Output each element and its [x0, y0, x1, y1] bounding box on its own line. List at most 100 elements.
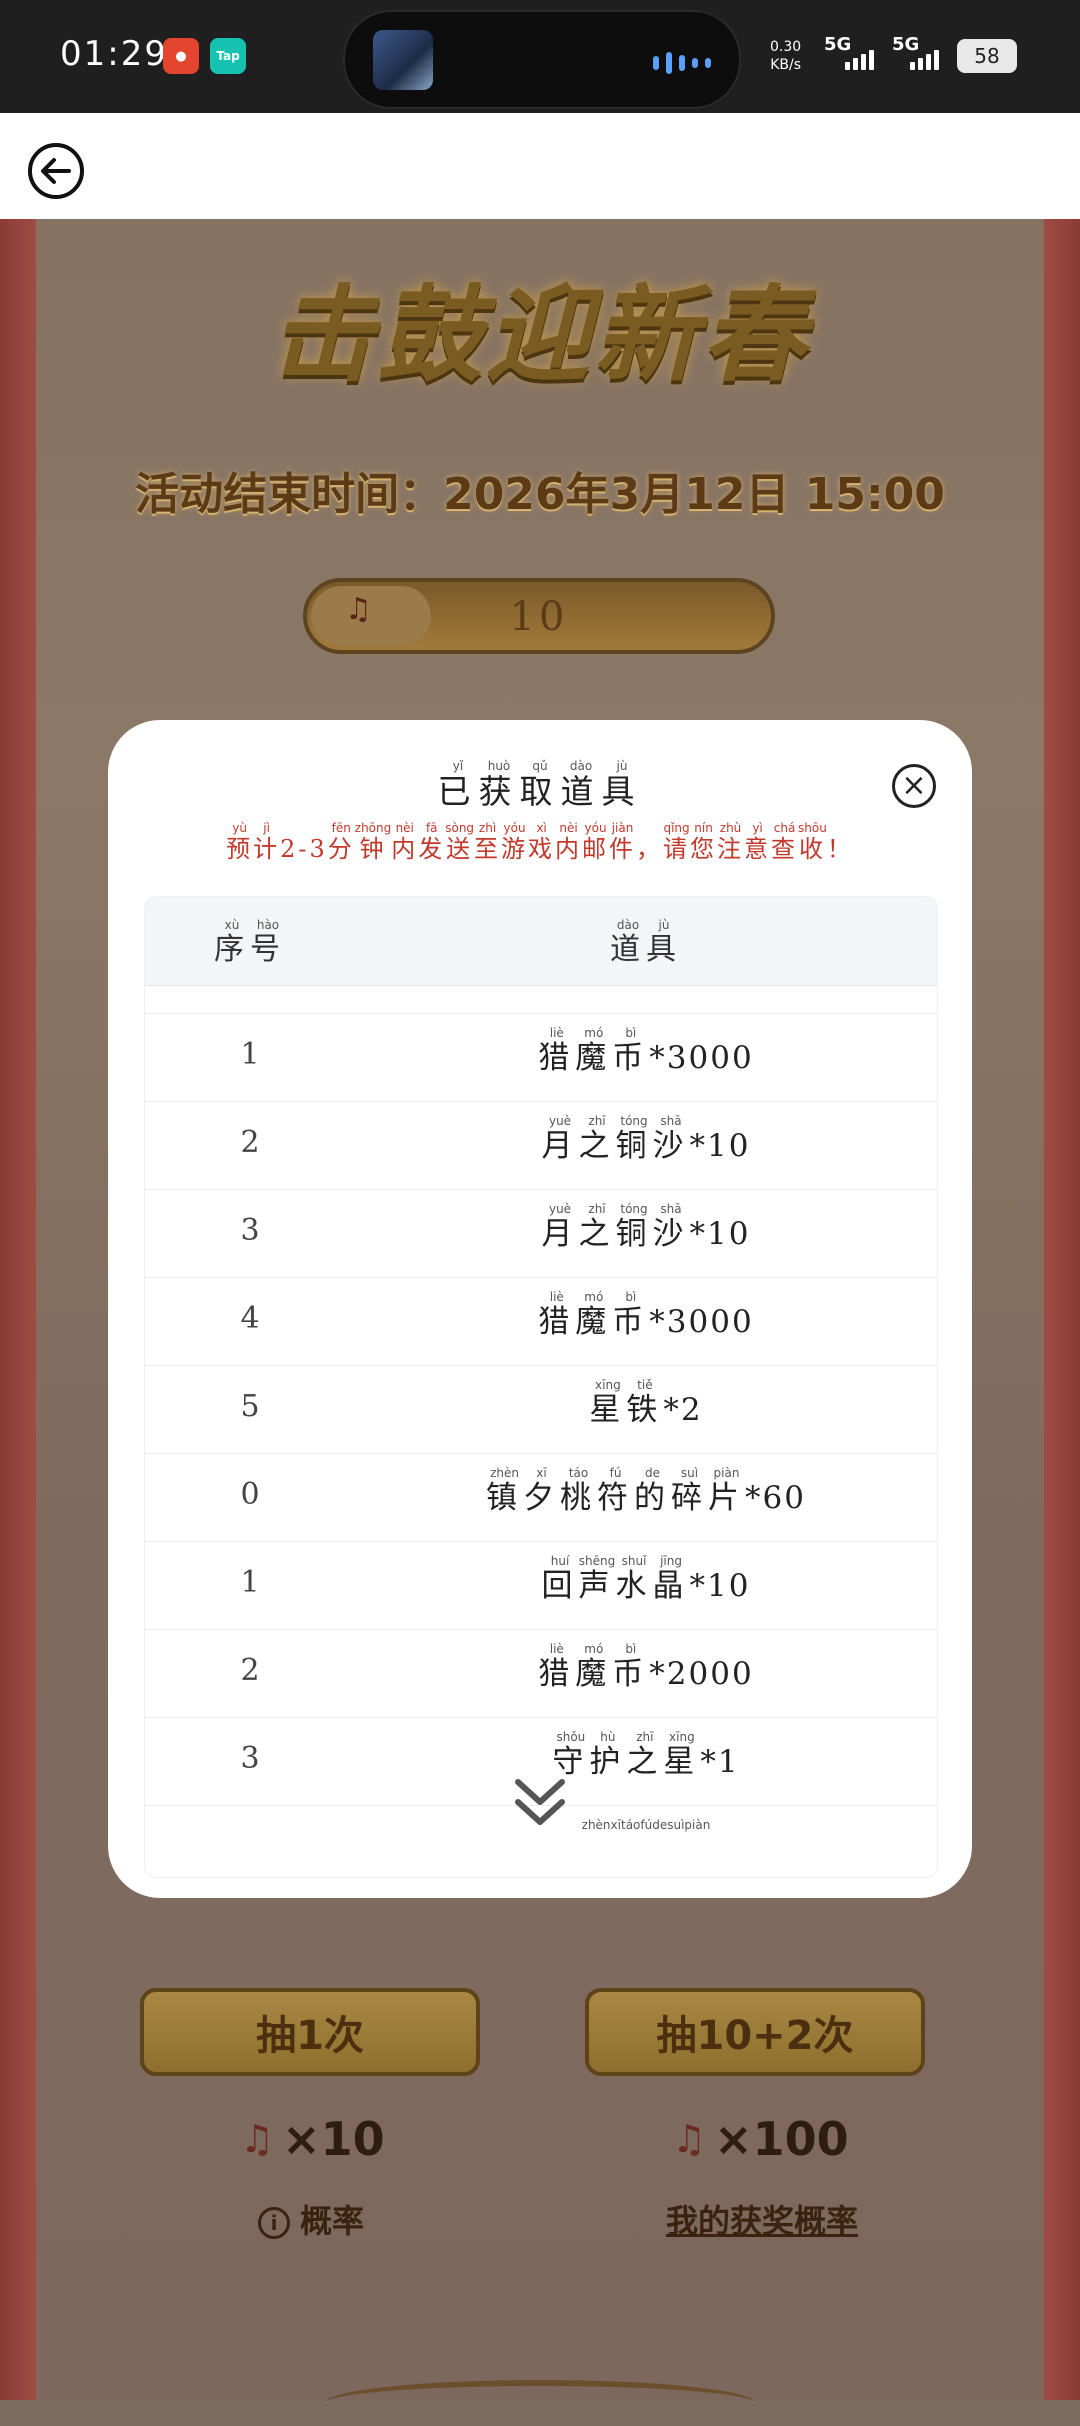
items-table[interactable]: 序xù号hào 道dào具jù 0镇 夕 桃 符 的 碎 片 *601猎liè魔… [144, 896, 938, 1878]
ruby-char: de [652, 1818, 667, 1855]
hanzi: 取 [519, 772, 561, 811]
cost-ten: ♫ ×100 [672, 2112, 849, 2166]
status-bar: 01:29 ● Tap 0.30 KB/s 5G 5G 58 [0, 0, 1080, 113]
back-button[interactable] [28, 143, 84, 199]
row-item: zhèn xī táo fú de suì piàn [355, 1818, 937, 1855]
ruby-char: 星xīng [663, 1730, 701, 1780]
ruby-char: zhèn [582, 1818, 611, 1855]
pinyin: qǐng [663, 821, 691, 835]
ruby-char: 币bì [612, 1290, 649, 1340]
hanzi: 回 [541, 1568, 579, 1604]
hanzi: 桃 [560, 1480, 598, 1516]
ruby-char: 您nín [690, 821, 717, 863]
my-probability-label: 我的获奖概率 [666, 2202, 859, 2240]
scroll-down-icon[interactable] [508, 1770, 572, 1834]
draw-ten-label: 抽10+2次 [656, 2013, 854, 2059]
pinyin: zhī [578, 1202, 616, 1216]
row-item: 猎liè魔mó币bì*2000 [355, 1642, 937, 1693]
audio-wave-icon [653, 52, 711, 74]
draw-once-label: 抽1次 [256, 2013, 364, 2059]
pinyin: mó [575, 1642, 613, 1656]
hanzi: 序 [214, 932, 250, 967]
hanzi: 护 [589, 1744, 627, 1780]
hanzi: 之 [626, 1744, 664, 1780]
hanzi: 铜 [615, 1128, 653, 1164]
pinyin: huò [478, 759, 520, 773]
pinyin: liè [538, 1026, 576, 1040]
pinyin: hào [250, 918, 286, 932]
table-row: 0 镇zhèn夕xī桃táo符fú的de碎suì片piàn*60 [145, 1453, 937, 1542]
hanzi: 星 [663, 1744, 701, 1780]
hanzi: 碎 [671, 1480, 709, 1516]
hanzi: 镇 [486, 1480, 524, 1516]
pinyin: yóu [582, 821, 610, 835]
hanzi: 铁 [626, 1392, 664, 1428]
hanzi: 号 [250, 932, 286, 967]
pinyin: mó [575, 1026, 613, 1040]
pinyin: jīng [652, 1554, 690, 1568]
pinyin: zhōng [354, 821, 392, 835]
pinyin: dào [560, 759, 602, 773]
pinyin: jiàn [609, 821, 637, 835]
hanzi: 片 [708, 1480, 746, 1516]
ruby-char: 符fú [597, 1466, 634, 1516]
row-index: 2 [240, 1653, 260, 1688]
hanzi: 获 [478, 772, 520, 811]
hanzi: 意 [744, 835, 772, 863]
hanzi: 铜 [615, 1216, 653, 1252]
hanzi: 之 [578, 1216, 616, 1252]
ruby-char: 发fā [418, 821, 445, 863]
pinyin: suì [671, 1466, 708, 1480]
dynamic-island[interactable] [343, 10, 741, 109]
probability-label: 概率 [300, 2202, 365, 2240]
pinyin: xīng [663, 1730, 701, 1744]
pinyin: qǔ [519, 759, 561, 773]
ruby-char: 月yuè [542, 1114, 579, 1164]
pinyin: nèi [555, 821, 583, 835]
item-quantity: *10 [689, 1128, 751, 1164]
item-quantity: *3000 [649, 1040, 754, 1076]
table-row: 3 月yuè之zhī铜tóng沙shā*10 [145, 1189, 937, 1278]
ticket-count: 10 [509, 594, 569, 640]
hanzi: 星 [589, 1392, 627, 1428]
row-index: 1 [240, 1037, 260, 1072]
hanzi: 内 [555, 835, 583, 863]
table-row: 2 猎liè魔mó币bì*2000 [145, 1629, 937, 1718]
table-row: 5 星xīng铁tiě*2 [145, 1365, 937, 1454]
ruby-char: suì [667, 1818, 684, 1855]
draw-ten-button[interactable]: 抽10+2次 [585, 1988, 925, 2076]
right-border-decoration [1044, 219, 1080, 2400]
ruby-char: 币bì [612, 1026, 649, 1076]
hanzi: 计 [253, 835, 281, 863]
table-header: 序xù号hào 道dào具jù [145, 897, 937, 986]
ruby-char: ， [636, 835, 663, 863]
ruby-char: 号hào [250, 918, 286, 967]
probability-link[interactable]: i 概率 [258, 2196, 364, 2242]
sim2-signal-icon [910, 50, 939, 70]
pinyin: bì [612, 1290, 650, 1304]
battery-level: 58 [974, 44, 1000, 68]
hanzi: 2-3 [280, 835, 328, 863]
draw-once-button[interactable]: 抽1次 [140, 1988, 480, 2076]
hanzi: 钟 [354, 835, 392, 863]
ruby-char: 的de [634, 1466, 671, 1516]
pinyin: xù [214, 918, 250, 932]
pinyin: nèi [391, 821, 419, 835]
close-button[interactable]: × [892, 764, 936, 808]
table-body[interactable]: 0镇 夕 桃 符 的 碎 片 *601猎liè魔mó币bì*30002月yuè之… [145, 985, 937, 1855]
pinyin: yù [226, 821, 254, 835]
pinyin: fú [597, 1466, 635, 1480]
net-speed-value: 0.30 [770, 39, 802, 55]
my-probability-link[interactable]: 我的获奖概率 [666, 2196, 858, 2242]
hanzi: 币 [612, 1656, 650, 1692]
pinyin: shā [652, 1114, 690, 1128]
ruby-char: 至zhì [474, 821, 501, 863]
event-title-logo: 击鼓迎新春 [269, 273, 810, 396]
ruby-char: xī [611, 1818, 621, 1855]
ruby-char: 回huí [541, 1554, 579, 1604]
row-item: 猎liè魔mó币bì*3000 [355, 1290, 937, 1341]
pinyin: zhī [626, 1730, 664, 1744]
item-quantity: *3000 [649, 1304, 754, 1340]
taptap-icon: Tap [210, 38, 246, 74]
pinyin: chá [771, 821, 799, 835]
